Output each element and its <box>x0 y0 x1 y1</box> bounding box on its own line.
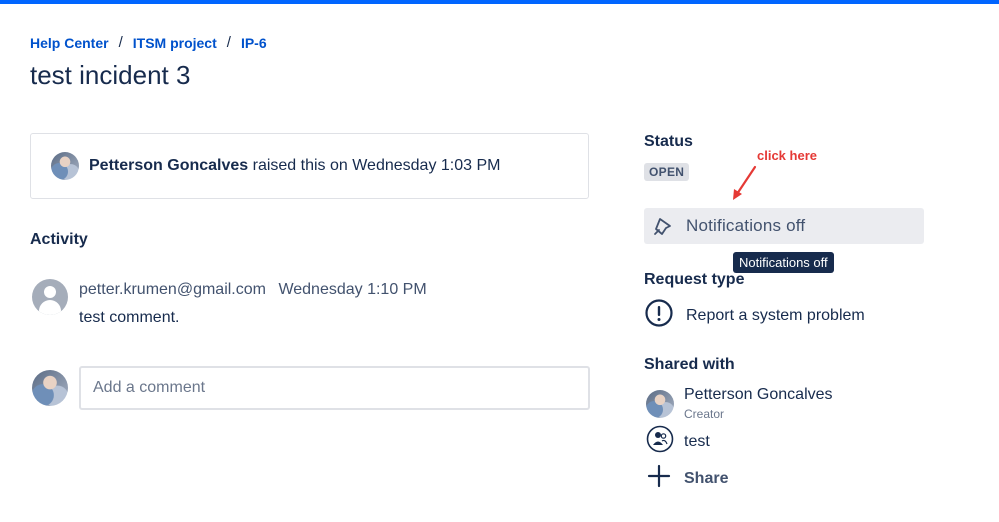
add-comment-row: Add a comment <box>32 366 590 410</box>
breadcrumb-separator: / <box>226 34 231 51</box>
reporter-name: Petterson Goncalves <box>89 157 249 174</box>
activity-heading: Activity <box>30 231 88 248</box>
breadcrumb-issue[interactable]: IP-6 <box>241 35 267 51</box>
exclamation-circle-icon <box>644 298 674 333</box>
plus-icon <box>646 463 672 494</box>
shared-group-name: test <box>684 432 710 450</box>
comment-time: Wednesday 1:10 PM <box>278 281 427 298</box>
shared-user-info: Petterson Goncalves Creator <box>684 386 833 421</box>
status-badge: OPEN <box>644 163 690 181</box>
group-icon <box>646 425 674 458</box>
avatar <box>32 370 68 406</box>
shared-user: Petterson Goncalves Creator <box>646 386 833 421</box>
request-type-heading: Request type <box>644 271 745 288</box>
bell-off-icon <box>652 215 674 237</box>
annotation-arrow-icon <box>733 165 757 200</box>
raised-text: raised this on Wednesday 1:03 PM <box>252 157 501 174</box>
default-user-avatar-icon <box>32 279 68 315</box>
comment-author: petter.krumen@gmail.com <box>79 281 266 298</box>
raised-card: Petterson Goncalves raised this on Wedne… <box>30 133 589 199</box>
breadcrumb-separator: / <box>118 34 123 51</box>
top-accent-bar <box>0 0 999 4</box>
annotation-text: click here <box>757 148 817 163</box>
comment-text: test comment. <box>79 309 180 326</box>
breadcrumb-project[interactable]: ITSM project <box>133 35 217 51</box>
page-title: test incident 3 <box>30 60 191 90</box>
notifications-label: Notifications off <box>686 216 806 235</box>
shared-group: test <box>646 425 710 458</box>
shared-user-name: Petterson Goncalves <box>684 386 833 403</box>
avatar[interactable] <box>646 389 674 418</box>
notifications-toggle-button[interactable]: Notifications off <box>644 208 924 244</box>
avatar[interactable] <box>51 152 79 180</box>
breadcrumb-help-center[interactable]: Help Center <box>30 35 109 51</box>
raised-info: Petterson Goncalves raised this on Wedne… <box>89 157 500 175</box>
request-type-row: Report a system problem <box>644 298 865 333</box>
comment-item: petter.krumen@gmail.com Wednesday 1:10 P… <box>32 279 427 327</box>
share-button[interactable]: Share <box>646 463 728 494</box>
comment-body: petter.krumen@gmail.com Wednesday 1:10 P… <box>79 279 427 327</box>
request-type-value: Report a system problem <box>686 306 865 324</box>
add-comment-input[interactable]: Add a comment <box>79 366 590 410</box>
shared-group-info: test <box>684 433 710 451</box>
breadcrumb: Help Center / ITSM project / IP-6 <box>30 34 267 51</box>
shared-with-heading: Shared with <box>644 356 735 373</box>
share-label: Share <box>684 469 729 487</box>
shared-user-role: Creator <box>684 407 725 421</box>
tooltip: Notifications off <box>733 252 834 273</box>
status-heading: Status <box>644 133 693 150</box>
comment-meta: petter.krumen@gmail.com Wednesday 1:10 P… <box>79 281 427 299</box>
